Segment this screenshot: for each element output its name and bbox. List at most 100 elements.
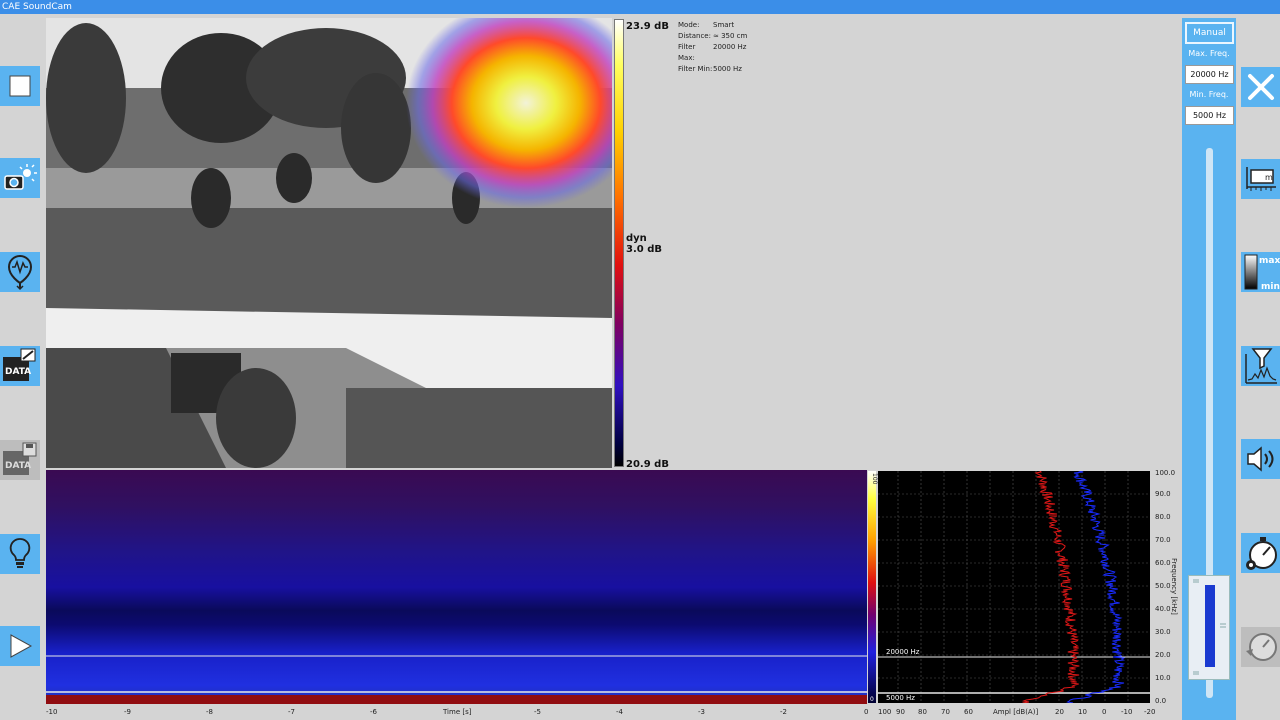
stop-button[interactable] xyxy=(0,66,40,106)
filter-funnel-icon xyxy=(1244,348,1277,384)
close-x-icon xyxy=(1247,74,1274,100)
colorbar-max: 23.9 dB xyxy=(626,21,669,32)
snapshot-button[interactable] xyxy=(0,158,40,198)
ampl-axis-label: Ampl [dB(A)] xyxy=(993,708,1039,716)
ampl-tick: 20 xyxy=(1055,708,1064,716)
manual-mode-button[interactable]: Manual xyxy=(1185,22,1234,44)
max-freq-label: Max. Freq. xyxy=(1188,49,1230,58)
close-button[interactable] xyxy=(1241,67,1280,107)
audio-button[interactable] xyxy=(1241,439,1280,479)
distance-ruler-icon: m xyxy=(1245,167,1276,191)
freq-tick: 0.0 xyxy=(1155,697,1167,705)
ampl-tick: 70 xyxy=(941,708,950,716)
colorbar-min: 20.9 dB xyxy=(626,459,669,470)
marker-20000: 20000 Hz xyxy=(886,648,920,656)
camera-view[interactable] xyxy=(46,18,612,468)
marker-5000: 5000 Hz xyxy=(886,694,915,702)
time-tick: -9 xyxy=(124,708,131,716)
ampl-tick: 100 xyxy=(878,708,892,716)
lightbulb-icon xyxy=(9,538,31,568)
freq-tick: 10.0 xyxy=(1155,674,1171,682)
time-tick: -6 xyxy=(370,708,377,716)
max-freq-input[interactable]: 20000 Hz xyxy=(1185,65,1234,84)
play-icon xyxy=(10,634,33,658)
square-icon xyxy=(9,75,31,97)
spectrum-series-a xyxy=(1021,471,1080,703)
dynamic-range-button[interactable]: max min xyxy=(1241,252,1280,292)
data-export-label: DATA xyxy=(5,367,31,377)
time-tick: -4 xyxy=(616,708,623,716)
spectrum-colorbar-top: 100 xyxy=(871,473,878,485)
frequency-range-fill xyxy=(1205,585,1215,667)
mode-value: Smart xyxy=(713,21,735,29)
time-tick: -2 xyxy=(780,708,787,716)
freq-tick: 100.0 xyxy=(1155,469,1176,477)
spectrum-colorbar-bottom: 0 xyxy=(870,696,874,703)
speaker-icon xyxy=(1246,446,1273,472)
time-tick: -7 xyxy=(288,708,295,716)
freq-tick: 40.0 xyxy=(1155,605,1171,613)
spectrogram-image xyxy=(46,470,867,704)
data-save-label: DATA xyxy=(5,461,31,471)
time-tick: -5 xyxy=(534,708,541,716)
history-button[interactable] xyxy=(1241,627,1280,667)
data-save-button[interactable]: DATA xyxy=(0,440,40,480)
time-tick: -3 xyxy=(698,708,705,716)
data-export-icon: DATA xyxy=(3,348,36,381)
freq-tick: 70.0 xyxy=(1155,536,1171,544)
light-button[interactable] xyxy=(0,534,40,574)
time-tick: -10 xyxy=(46,708,58,716)
time-axis-label: Time [s] xyxy=(443,708,472,716)
ampl-tick: 90 xyxy=(896,708,905,716)
frequency-spectrum-chart: 20000 Hz 5000 Hz xyxy=(878,471,1150,703)
camera-flash-icon xyxy=(4,164,37,190)
filter-min-label: Filter Min: xyxy=(678,65,713,73)
ampl-tick: -20 xyxy=(1144,708,1156,716)
ampl-tick: -10 xyxy=(1121,708,1133,716)
distance-label: Distance: xyxy=(678,32,711,40)
ampl-tick: 60 xyxy=(964,708,973,716)
frequency-spectrum-plot[interactable]: 20000 Hz 5000 Hz xyxy=(878,471,1150,703)
measurement-info: Mode: Smart Distance: ≈ 350 cm Filter Max:… xyxy=(678,20,747,75)
filter-min-value: 5000 Hz xyxy=(713,65,742,73)
distance-measure-button[interactable]: m xyxy=(1241,159,1280,199)
ampl-tick: 10 xyxy=(1078,708,1087,716)
filter-spectrum-button[interactable] xyxy=(1241,346,1280,386)
spectrum-colorbar xyxy=(868,471,876,703)
ampl-tick: 0 xyxy=(1102,708,1107,716)
min-freq-input[interactable]: 5000 Hz xyxy=(1185,106,1234,125)
data-export-button[interactable]: DATA xyxy=(0,346,40,386)
freq-tick: 30.0 xyxy=(1155,628,1171,636)
stopwatch-gear-icon xyxy=(1245,537,1277,570)
ampl-tick: 80 xyxy=(918,708,927,716)
frequency-axis-label: Frequency [kHz] xyxy=(1170,558,1178,615)
freq-tick: 20.0 xyxy=(1155,651,1171,659)
min-label: min xyxy=(1261,282,1280,292)
spectrum-series-b xyxy=(1066,471,1126,703)
max-min-icon: max min xyxy=(1244,254,1280,292)
camera-image xyxy=(46,18,612,468)
time-tick: 0 xyxy=(864,708,869,716)
max-label: max xyxy=(1259,256,1280,266)
clock-back-icon xyxy=(1245,633,1277,661)
location-pin-icon xyxy=(7,254,33,291)
freq-tick: 50.0 xyxy=(1155,582,1171,590)
freq-tick: 60.0 xyxy=(1155,559,1171,567)
filter-max-value: 20000 Hz xyxy=(713,43,747,51)
distance-unit-label: m xyxy=(1265,173,1273,182)
freq-tick: 80.0 xyxy=(1155,513,1171,521)
colorbar-dyn-value: 3.0 dB xyxy=(626,244,662,255)
acoustic-colorbar xyxy=(614,19,624,467)
colorbar-dyn-label: dyn xyxy=(626,233,647,244)
freq-tick: 90.0 xyxy=(1155,490,1171,498)
timer-settings-button[interactable] xyxy=(1241,533,1280,573)
min-freq-label: Min. Freq. xyxy=(1189,90,1229,99)
mode-label: Mode: xyxy=(678,21,700,29)
filter-max-label: Filter Max: xyxy=(678,43,696,62)
window-title: CAE SoundCam xyxy=(0,0,1280,14)
spectrogram[interactable] xyxy=(46,470,867,704)
data-save-icon: DATA xyxy=(3,442,37,475)
acoustic-pin-button[interactable] xyxy=(0,252,40,292)
distance-value: ≈ 350 cm xyxy=(713,32,748,40)
play-button[interactable] xyxy=(0,626,40,666)
